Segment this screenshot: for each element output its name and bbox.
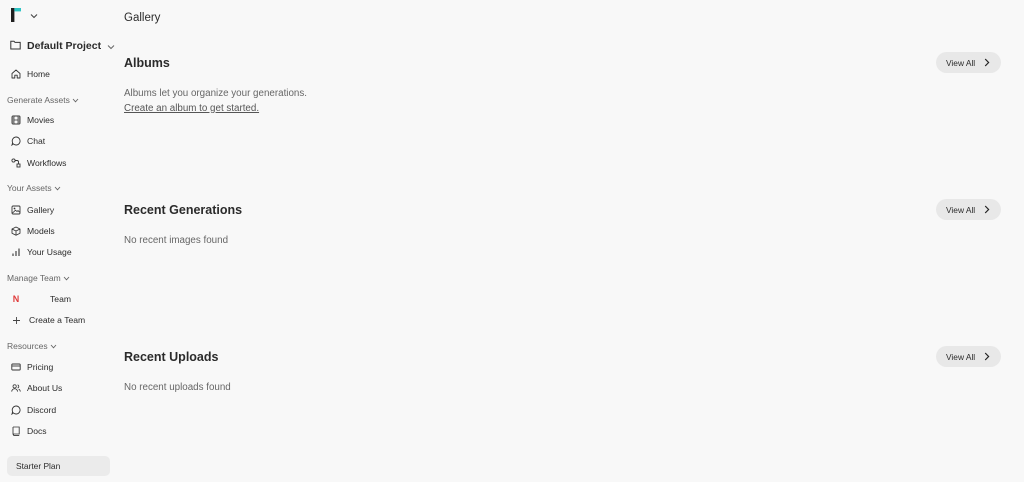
sidebar-item-your-usage[interactable]: Your Usage xyxy=(11,245,72,259)
sidebar-item-label: Pricing xyxy=(27,362,54,372)
sidebar-item-label: Create a Team xyxy=(29,315,86,325)
project-name: Default Project xyxy=(27,40,102,52)
home-icon xyxy=(11,69,21,79)
sidebar-item-label: Workflows xyxy=(27,158,67,168)
chevron-down-icon xyxy=(63,273,70,283)
recent-uploads-title: Recent Uploads xyxy=(124,350,219,364)
credit-card-icon xyxy=(11,362,21,372)
sidebar-item-chat[interactable]: Chat xyxy=(11,134,45,148)
recent-generations-view-all-button[interactable]: View All xyxy=(936,199,1001,220)
albums-empty-message: Albums let you organize your generations… xyxy=(124,88,307,99)
albums-view-all-button[interactable]: View All xyxy=(936,52,1001,73)
sidebar-item-gallery[interactable]: Gallery xyxy=(11,203,54,217)
sidebar-item-discord[interactable]: Discord xyxy=(11,403,56,417)
chevron-right-icon xyxy=(984,58,990,67)
recent-generations-title: Recent Generations xyxy=(124,203,243,217)
section-manage-team[interactable]: Manage Team xyxy=(7,272,70,284)
page-title: Gallery xyxy=(124,12,161,24)
project-selector[interactable]: Default Project xyxy=(10,38,115,54)
section-generate-assets[interactable]: Generate Assets xyxy=(7,94,79,106)
sidebar-item-about-us[interactable]: About Us xyxy=(11,381,62,395)
create-album-link[interactable]: Create an album to get started. xyxy=(124,103,259,114)
sidebar-item-label: Your Usage xyxy=(27,247,72,257)
sidebar-item-team[interactable]: N Team xyxy=(11,292,71,306)
image-icon xyxy=(11,205,21,215)
plan-button[interactable]: Starter Plan xyxy=(7,456,110,476)
section-label: Manage Team xyxy=(7,273,61,283)
recent-generations-empty-text: No recent images found xyxy=(124,235,229,246)
chevron-down-icon xyxy=(54,183,61,193)
users-icon xyxy=(11,383,21,393)
section-your-assets[interactable]: Your Assets xyxy=(7,182,61,194)
section-label: Resources xyxy=(7,341,48,351)
folder-icon xyxy=(10,37,21,55)
sidebar-item-label: Gallery xyxy=(27,205,55,215)
book-icon xyxy=(11,426,21,436)
chevron-right-icon xyxy=(984,205,990,214)
chevron-right-icon xyxy=(984,352,990,361)
chevron-down-icon xyxy=(50,341,57,351)
sidebar-item-label: Chat xyxy=(27,136,46,146)
sidebar-item-pricing[interactable]: Pricing xyxy=(11,360,53,374)
sidebar-item-home[interactable]: Home xyxy=(11,67,50,81)
albums-title: Albums xyxy=(124,56,170,70)
chevron-down-icon xyxy=(72,95,79,105)
sidebar-item-create-team[interactable]: Create a Team xyxy=(11,313,85,327)
sidebar-item-models[interactable]: Models xyxy=(11,224,55,238)
sidebar-item-movies[interactable]: Movies xyxy=(11,113,54,127)
sidebar-item-label: Team xyxy=(50,294,72,304)
cube-icon xyxy=(11,226,21,236)
sidebar-item-label: Models xyxy=(27,226,55,236)
button-label: View All xyxy=(946,204,976,215)
section-label: Generate Assets xyxy=(7,95,70,105)
sidebar-item-label: Docs xyxy=(27,426,47,436)
recent-uploads-empty-text: No recent uploads found xyxy=(124,382,231,393)
sidebar-item-label: About Us xyxy=(27,383,63,393)
section-label: Your Assets xyxy=(7,183,52,193)
chevron-down-icon xyxy=(30,6,38,24)
logo-menu[interactable] xyxy=(11,7,38,23)
sidebar: Default Project Home Generate Assets Mov… xyxy=(0,0,116,482)
chevron-down-icon xyxy=(107,37,115,55)
recent-uploads-view-all-button[interactable]: View All xyxy=(936,346,1001,367)
sidebar-item-label: Movies xyxy=(27,115,55,125)
section-resources[interactable]: Resources xyxy=(7,340,57,352)
sidebar-item-label: Home xyxy=(27,69,50,79)
brand-logo-icon xyxy=(11,8,21,22)
button-label: View All xyxy=(946,351,976,362)
sidebar-item-label: Discord xyxy=(27,405,57,415)
sidebar-item-docs[interactable]: Docs xyxy=(11,424,47,438)
chat-bubble-icon xyxy=(11,136,21,146)
discord-icon xyxy=(11,405,21,415)
plus-icon xyxy=(11,315,21,325)
albums-empty-text: Albums let you organize your generations… xyxy=(124,87,324,116)
button-label: View All xyxy=(946,57,976,68)
team-avatar: N xyxy=(12,294,20,304)
bar-chart-icon xyxy=(11,247,21,257)
film-icon xyxy=(11,115,21,125)
sidebar-item-workflows[interactable]: Workflows xyxy=(11,156,66,170)
workflow-icon xyxy=(11,158,21,168)
